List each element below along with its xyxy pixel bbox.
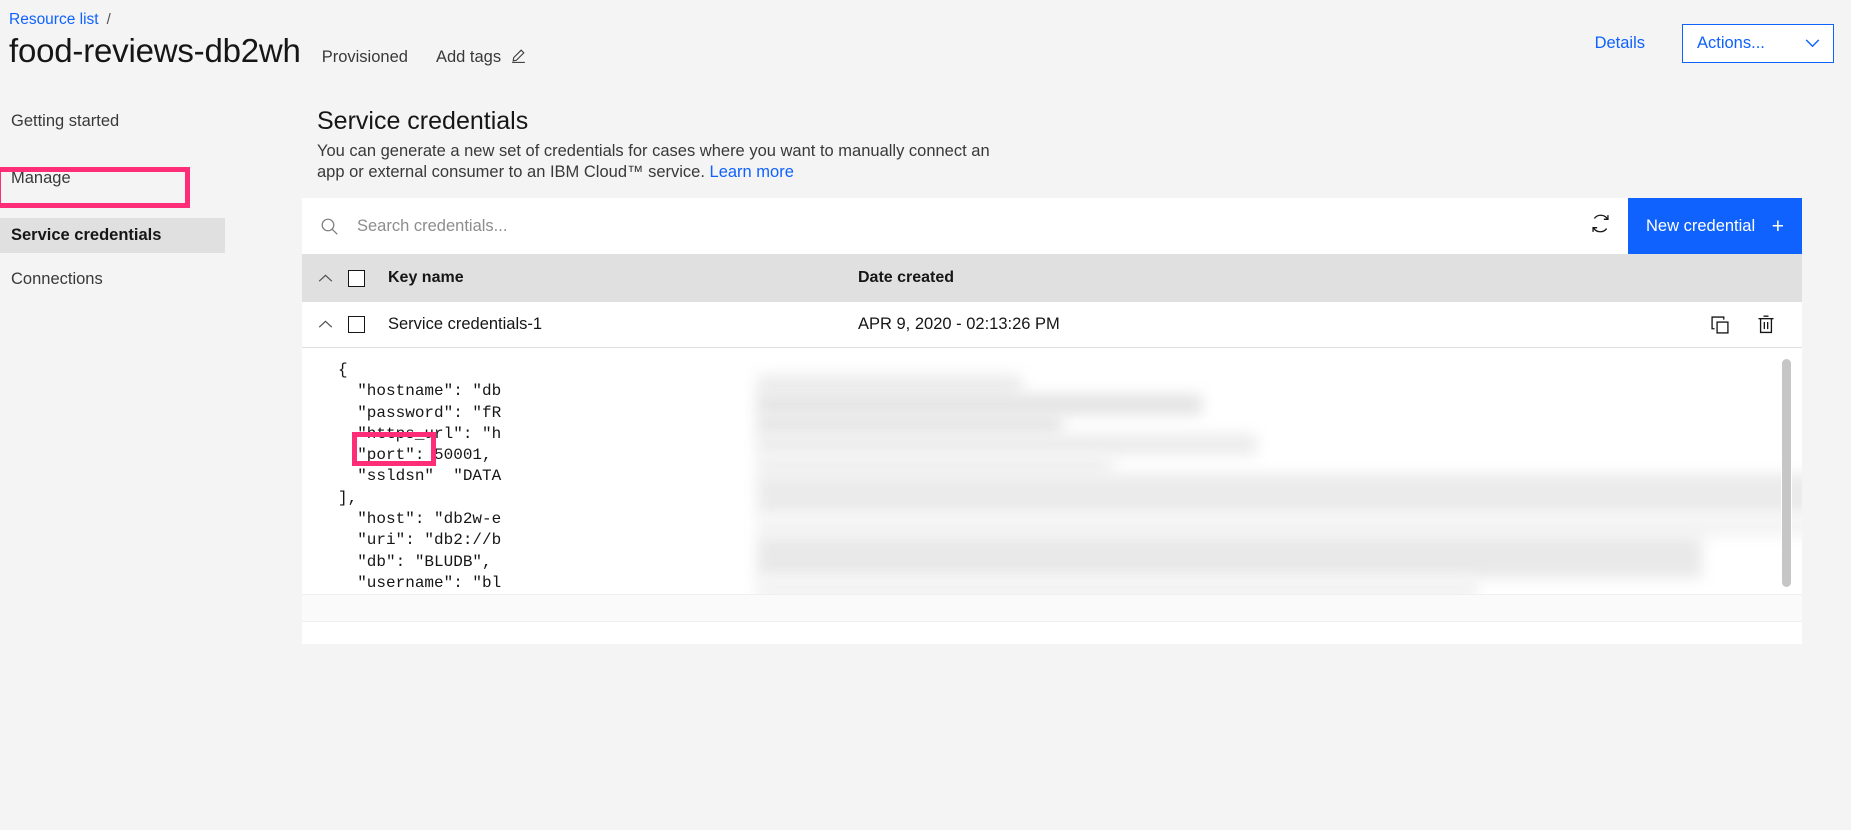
section-description: You can generate a new set of credential… bbox=[317, 141, 1017, 183]
cell-date-created: APR 9, 2020 - 02:13:26 PM bbox=[858, 315, 1060, 333]
credential-json-panel: { "hostname": "db "password": "fR "https… bbox=[302, 348, 1802, 594]
actions-button[interactable]: Actions... bbox=[1682, 24, 1834, 63]
sidebar: Getting started Manage Service credentia… bbox=[0, 88, 225, 830]
json-line: "ssldsn" "DATA bbox=[338, 467, 502, 486]
section-title: Service credentials bbox=[317, 107, 529, 135]
search-container bbox=[302, 198, 1572, 254]
table-header-row: Key name Date created bbox=[302, 254, 1802, 302]
sidebar-item-connections[interactable]: Connections bbox=[0, 262, 225, 297]
json-line: "uri": "db2://b bbox=[338, 531, 502, 550]
breadcrumb-resource-list-link[interactable]: Resource list bbox=[9, 11, 99, 28]
refresh-button[interactable] bbox=[1572, 198, 1628, 254]
card-bottom-strip bbox=[302, 622, 1802, 644]
status-badge: Provisioned bbox=[321, 48, 408, 66]
actions-button-label: Actions... bbox=[1697, 34, 1765, 52]
column-header-key-name[interactable]: Key name bbox=[388, 269, 858, 287]
plus-icon: + bbox=[1771, 214, 1784, 238]
json-line: { bbox=[338, 361, 348, 379]
trash-icon[interactable] bbox=[1756, 314, 1776, 335]
refresh-icon bbox=[1590, 213, 1611, 239]
add-tags-button[interactable]: Add tags bbox=[436, 45, 501, 69]
row-checkbox-cell bbox=[348, 316, 388, 333]
breadcrumb-separator: / bbox=[106, 11, 111, 28]
row-checkbox[interactable] bbox=[348, 316, 365, 333]
card-footer-strip bbox=[302, 594, 1802, 622]
search-icon bbox=[320, 217, 339, 236]
json-line: "db": "BLUDB", bbox=[338, 552, 492, 571]
new-credential-label: New credential bbox=[1646, 216, 1756, 235]
header-actions: Details Actions... bbox=[1595, 24, 1834, 63]
json-line: ], bbox=[338, 488, 358, 507]
details-link[interactable]: Details bbox=[1595, 34, 1645, 53]
pencil-icon[interactable] bbox=[510, 47, 527, 69]
title-row: food-reviews-db2wh Provisioned Add tags bbox=[9, 31, 527, 71]
cell-key-name: Service credentials-1 bbox=[388, 315, 543, 333]
json-line: "password": "fR bbox=[338, 403, 502, 422]
page-title: food-reviews-db2wh bbox=[9, 32, 301, 69]
select-all-checkbox-cell bbox=[348, 269, 388, 287]
json-line: "username": "bl bbox=[338, 573, 502, 592]
copy-icon[interactable] bbox=[1710, 315, 1730, 335]
sidebar-item-label: Manage bbox=[11, 169, 71, 187]
row-expand-button[interactable] bbox=[302, 320, 348, 329]
sidebar-item-label: Getting started bbox=[11, 112, 120, 130]
sidebar-item-label: Service credentials bbox=[11, 226, 162, 244]
sidebar-item-label: Connections bbox=[11, 270, 103, 288]
sort-caret-button[interactable] bbox=[302, 273, 348, 283]
page-root: Resource list / food-reviews-db2wh Provis… bbox=[0, 0, 1851, 830]
new-credential-button[interactable]: New credential + bbox=[1628, 198, 1802, 254]
table-row[interactable]: Service credentials-1 APR 9, 2020 - 02:1… bbox=[302, 302, 1802, 348]
main-content: Service credentials You can generate a n… bbox=[225, 88, 1851, 830]
select-all-checkbox[interactable] bbox=[348, 269, 365, 287]
json-line: "https_url": "h bbox=[338, 424, 502, 443]
sidebar-item-getting-started[interactable]: Getting started bbox=[0, 104, 225, 139]
credential-json-code[interactable]: { "hostname": "db "password": "fR "https… bbox=[302, 360, 1802, 594]
json-line: "port": 50001, bbox=[338, 446, 492, 465]
table-toolbar: New credential + bbox=[302, 198, 1802, 254]
search-input[interactable] bbox=[357, 216, 1572, 236]
json-line: "host": "db2w-e bbox=[338, 510, 502, 529]
learn-more-link[interactable]: Learn more bbox=[710, 163, 794, 181]
sidebar-item-manage[interactable]: Manage bbox=[0, 161, 225, 196]
credentials-card: New credential + Key name Date created bbox=[302, 198, 1802, 644]
chevron-down-icon bbox=[1805, 34, 1820, 53]
sidebar-item-service-credentials[interactable]: Service credentials bbox=[0, 218, 225, 253]
json-line: "hostname": "db bbox=[338, 382, 502, 401]
page-header: Resource list / food-reviews-db2wh Provis… bbox=[0, 0, 1851, 88]
breadcrumb: Resource list / bbox=[9, 10, 111, 30]
column-header-date-created[interactable]: Date created bbox=[858, 269, 1802, 287]
section-description-text: You can generate a new set of credential… bbox=[317, 142, 990, 181]
row-action-icons bbox=[1710, 314, 1802, 335]
json-scrollbar-thumb[interactable] bbox=[1782, 359, 1791, 587]
